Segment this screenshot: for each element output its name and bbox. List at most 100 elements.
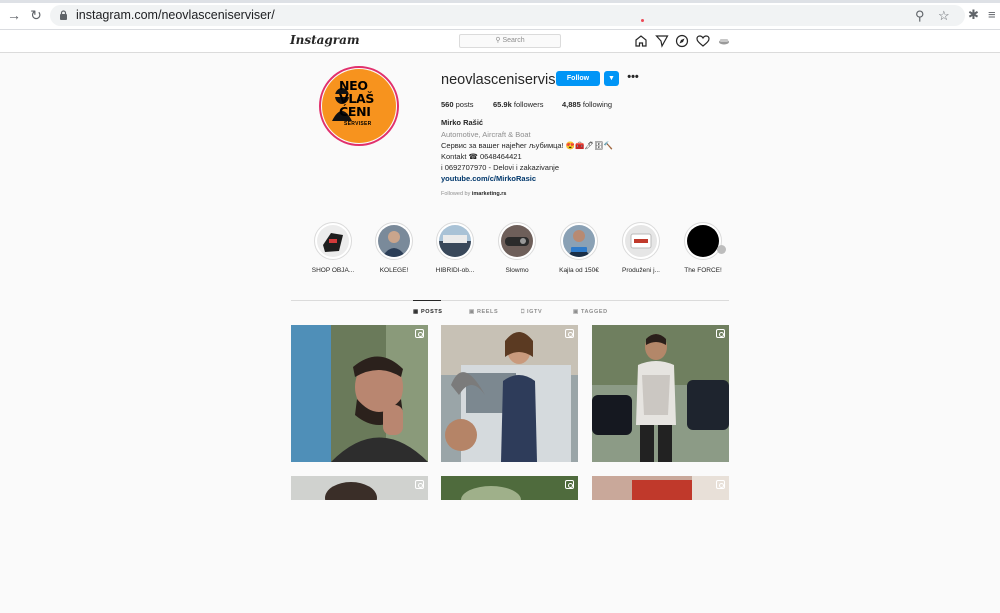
following-label: following xyxy=(582,100,613,109)
post-thumbnail[interactable] xyxy=(441,476,578,613)
highlight-image xyxy=(625,225,657,257)
instagram-logo[interactable]: Instagram xyxy=(290,33,360,47)
active-tab-indicator xyxy=(413,300,441,301)
post-thumbnail[interactable] xyxy=(291,476,428,613)
reload-icon[interactable]: ↻ xyxy=(28,7,44,23)
bio-link[interactable]: youtube.com/c/MirkoRasic xyxy=(441,174,536,183)
post-image xyxy=(291,476,428,514)
highlight-image xyxy=(317,225,349,257)
post-thumbnail[interactable] xyxy=(592,325,729,462)
followers-count: 65.9k xyxy=(493,100,512,109)
posts-label: posts xyxy=(455,100,474,109)
post-image xyxy=(291,325,428,462)
highlight-image xyxy=(501,225,533,257)
post-thumbnail[interactable] xyxy=(291,325,428,462)
highlight-image xyxy=(563,225,595,257)
following-count: 4,885 xyxy=(562,100,581,109)
search-icon: ⚲ xyxy=(495,37,501,44)
highlight-image xyxy=(378,225,410,257)
post-thumbnail[interactable] xyxy=(441,325,578,462)
following-stat[interactable]: 4,885 following xyxy=(562,100,612,109)
post-image xyxy=(441,325,578,462)
suggestions-dropdown-button[interactable]: ▼ xyxy=(604,71,619,86)
followed-by[interactable]: Followed by imarketing.rs xyxy=(441,191,506,197)
followed-by-prefix: Followed by xyxy=(441,191,471,197)
highlight-label: Kajla od 150€ xyxy=(559,267,599,274)
highlight-cover xyxy=(501,225,533,257)
direct-message-icon[interactable] xyxy=(655,34,669,48)
bio-contact-line: Kontakt ☎ 0648464421 xyxy=(441,152,522,161)
profile-avatar[interactable]: NEO VLAŠ ĆENI SERVISER xyxy=(322,69,396,143)
followers-label: followers xyxy=(513,100,544,109)
igtv-icon: ⎕ xyxy=(521,309,525,315)
post-image xyxy=(592,476,729,500)
post-thumbnail[interactable] xyxy=(592,476,729,613)
video-badge-icon xyxy=(415,329,424,338)
star-icon[interactable]: ☆ xyxy=(938,8,950,24)
video-badge-icon xyxy=(565,329,574,338)
explore-icon[interactable] xyxy=(675,34,689,48)
tab-strip-edge xyxy=(0,0,1000,3)
tab-posts-label: POSTS xyxy=(420,309,443,315)
bio-line: Сервис за вашег најећег љубимца! 😍🧰🖊🗄🔨 xyxy=(441,141,613,150)
profile-category: Automotive, Aircraft & Boat xyxy=(441,130,531,139)
highlight-cover xyxy=(625,225,657,257)
highlight-cover xyxy=(378,225,410,257)
profile-username: neovlasceniserviser xyxy=(441,72,569,88)
tab-tagged[interactable]: ▣ TAGGED xyxy=(573,309,608,315)
reading-list-icon[interactable]: ≡ xyxy=(988,7,996,22)
highlight-cover xyxy=(687,225,719,257)
highlight-cover xyxy=(317,225,349,257)
heart-icon[interactable] xyxy=(696,34,710,48)
reels-icon: ▣ xyxy=(469,309,475,315)
followers-stat[interactable]: 65.9k followers xyxy=(493,100,543,109)
search-placeholder: Search xyxy=(502,37,525,44)
bio-contact-line: i 0692707970 - Delovi i zakazivanje xyxy=(441,163,559,172)
follow-button[interactable]: Follow xyxy=(556,71,600,86)
video-badge-icon xyxy=(415,480,424,489)
tabs-divider xyxy=(291,300,729,301)
post-image xyxy=(441,476,578,514)
video-badge-icon xyxy=(716,480,725,489)
tab-tagged-label: TAGGED xyxy=(580,309,608,315)
highlights-next-button[interactable] xyxy=(717,245,726,254)
arrow-right-icon[interactable]: → xyxy=(6,7,22,23)
highlight-cover xyxy=(563,225,595,257)
tab-igtv[interactable]: ⎕ IGTV xyxy=(521,309,542,316)
posts-count: 560 xyxy=(441,100,454,109)
tab-reels[interactable]: ▣ REELS xyxy=(469,309,498,315)
tab-igtv-label: IGTV xyxy=(527,309,543,315)
highlight-cover xyxy=(439,225,471,257)
highlight-label: KOLEGE! xyxy=(379,267,409,274)
avatar-logo-subtext: SERVISER xyxy=(344,121,372,127)
highlight-label: SHOP OBJA... xyxy=(311,267,355,274)
grid-icon: ▦ xyxy=(413,309,419,315)
video-badge-icon xyxy=(565,480,574,489)
highlight-label: The FORCE! xyxy=(684,267,722,274)
address-bar[interactable]: instagram.com/neovlasceniserviser/ ⚲ ☆ xyxy=(50,5,965,26)
lock-icon[interactable] xyxy=(59,10,68,20)
avatar-logo-text: NEO VLAŠ ĆENI xyxy=(339,78,375,119)
zoom-icon[interactable]: ⚲ xyxy=(915,8,925,24)
followed-by-name: imarketing.rs xyxy=(471,191,507,197)
posts-count-stat: 560 posts xyxy=(441,100,474,109)
notification-dot xyxy=(641,19,644,22)
profile-full-name: Mirko Rašić xyxy=(441,118,484,127)
profile-avatar-icon[interactable] xyxy=(717,34,731,48)
browser-toolbar: → ↻ instagram.com/neovlasceniserviser/ ⚲… xyxy=(0,0,1000,30)
extensions-icon[interactable]: ✱ xyxy=(968,7,979,23)
more-options-icon[interactable]: ••• xyxy=(626,71,640,86)
video-badge-icon xyxy=(716,329,725,338)
highlight-label: HIBRIDI-ob... xyxy=(435,267,475,274)
url-text[interactable]: instagram.com/neovlasceniserviser/ xyxy=(76,8,275,22)
tab-reels-label: REELS xyxy=(476,309,499,315)
highlight-image xyxy=(439,225,471,257)
chevron-down-icon: ▼ xyxy=(608,75,615,82)
tab-posts[interactable]: ▦ POSTS xyxy=(413,309,443,315)
highlight-label: Slowmo xyxy=(505,267,529,274)
search-input[interactable]: ⚲ Search xyxy=(459,34,561,48)
tagged-icon: ▣ xyxy=(573,309,579,315)
post-image xyxy=(592,325,729,462)
instagram-header: Instagram ⚲ Search xyxy=(0,30,1000,53)
home-icon[interactable] xyxy=(634,34,648,48)
